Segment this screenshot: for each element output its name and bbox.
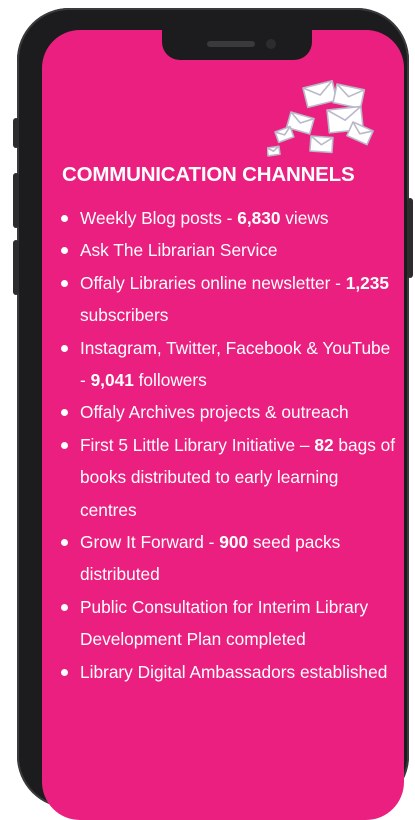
item-number: 82 (314, 434, 334, 455)
item-text: Grow It Forward - (80, 532, 220, 553)
item-text: Offaly Libraries online newsletter - (80, 272, 346, 293)
phone-frame: COMMUNICATION CHANNELS Weekly Blog posts… (13, 8, 413, 820)
bullet (61, 409, 68, 417)
bullet (61, 247, 68, 255)
item-number: 6,830 (237, 208, 281, 228)
item-number: 9,041 (90, 370, 134, 391)
phone-power-button (407, 198, 413, 278)
page-title: COMMUNICATION CHANNELS (62, 163, 355, 186)
front-camera (266, 39, 276, 49)
item-text: Public Consultation for Interim Library … (80, 596, 369, 650)
list-item: Library Digital Ambassadors established (56, 656, 396, 688)
phone-volume-up-button (13, 173, 19, 228)
envelopes-icon (267, 79, 374, 157)
list-item: Ask The Librarian Service (56, 234, 396, 266)
bullet (61, 603, 68, 611)
phone-notch (162, 30, 312, 60)
list-item: Offaly Libraries online newsletter - 1,2… (56, 267, 396, 332)
list-item: First 5 Little Library Initiative – 82 b… (56, 429, 396, 526)
item-text: Ask The Librarian Service (80, 240, 278, 261)
list-item: Weekly Blog posts - 6,830 views (56, 202, 396, 234)
list-item: Offaly Archives projects & outreach (56, 396, 396, 428)
phone-side-button (13, 118, 19, 148)
phone-volume-down-button (13, 240, 19, 295)
item-number: 900 (219, 532, 249, 553)
speaker-grille (207, 41, 255, 47)
bullet (61, 441, 68, 449)
item-text-tail: views (280, 208, 329, 228)
list-item: Instagram, Twitter, Facebook & YouTube -… (56, 332, 396, 397)
item-text: Library Digital Ambassadors established (80, 661, 388, 682)
list-item: Grow It Forward - 900 seed packs distrib… (56, 526, 396, 591)
item-text: Offaly Archives projects & outreach (80, 402, 349, 423)
item-text-tail: subscribers (80, 305, 169, 326)
bullet (61, 344, 68, 352)
bullet (61, 539, 68, 547)
bullet (61, 668, 68, 676)
list-item: Public Consultation for Interim Library … (56, 591, 396, 656)
bullet (61, 279, 68, 287)
bullet (61, 215, 68, 222)
phone-screen: COMMUNICATION CHANNELS Weekly Blog posts… (42, 30, 404, 820)
item-text: Weekly Blog posts - (80, 208, 238, 228)
item-text: First 5 Little Library Initiative – (80, 434, 315, 455)
channels-list: Weekly Blog posts - 6,830 views Ask The … (56, 202, 396, 688)
item-number: 1,235 (345, 272, 389, 293)
item-text-tail: followers (133, 370, 207, 391)
